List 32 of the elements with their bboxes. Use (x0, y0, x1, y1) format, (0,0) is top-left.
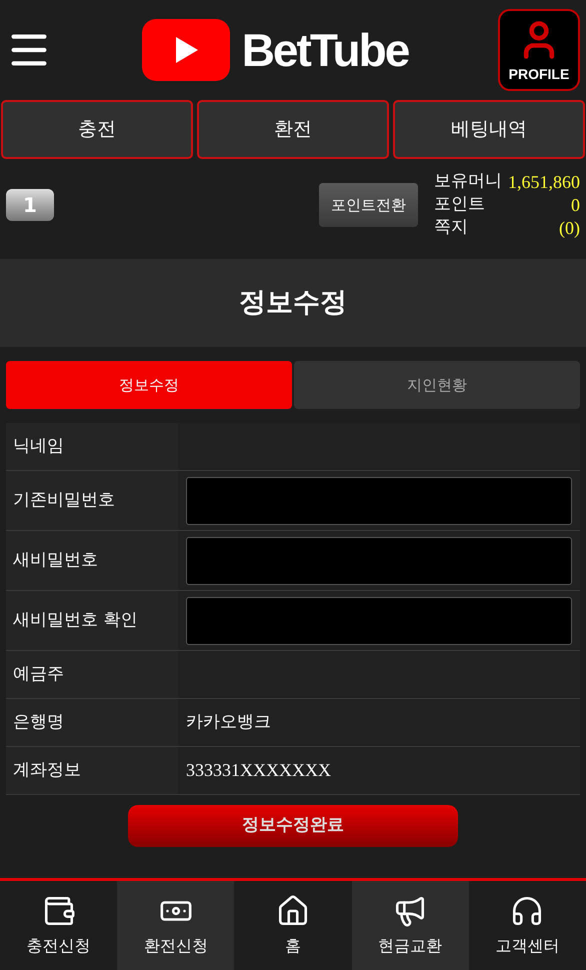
nav-button[interactable]: 베팅내역 (393, 100, 585, 159)
level-badge: 1 (6, 189, 54, 221)
password-field[interactable] (186, 596, 572, 644)
field-label: 계좌정보 (13, 758, 81, 782)
password-field[interactable] (186, 476, 572, 524)
stat-label: 보유머니 (434, 170, 502, 194)
field-label: 새비밀번호 확인 (13, 608, 138, 632)
field-label: 예금주 (13, 662, 64, 686)
field-value: 카카오뱅크 (186, 710, 271, 734)
nav-button[interactable]: 환전 (197, 100, 389, 159)
nav-button[interactable]: 충전 (1, 100, 193, 159)
stat-label: 포인트 (434, 193, 485, 216)
tab[interactable]: 정보수정 (6, 361, 292, 409)
field-label: 기존비밀번호 (13, 488, 115, 512)
field-label: 닉네임 (13, 434, 64, 458)
bottom-nav-item[interactable]: 환전신청 (117, 881, 234, 970)
password-field[interactable] (186, 536, 572, 584)
field-label: 새비밀번호 (13, 548, 98, 572)
tab[interactable]: 지인현황 (294, 361, 580, 409)
bottom-nav-item[interactable]: 현금교환 (352, 881, 469, 970)
stat-value: 1,651,860 (508, 170, 580, 194)
stat-value: (0) (559, 216, 580, 240)
field-label: 은행명 (13, 710, 64, 734)
point-convert-button[interactable]: 포인트전환 (319, 183, 418, 227)
field-value: 333331XXXXXXX (186, 759, 331, 782)
logo-text: BetTube (242, 22, 408, 78)
page-title: 정보수정 (239, 286, 347, 320)
stat-value: 0 (571, 194, 580, 216)
profile-button[interactable]: PROFILE (498, 9, 580, 91)
stat-label: 쪽지 (434, 216, 468, 240)
play-logo-icon (142, 19, 230, 81)
submit-button[interactable]: 정보수정완료 (128, 805, 458, 847)
